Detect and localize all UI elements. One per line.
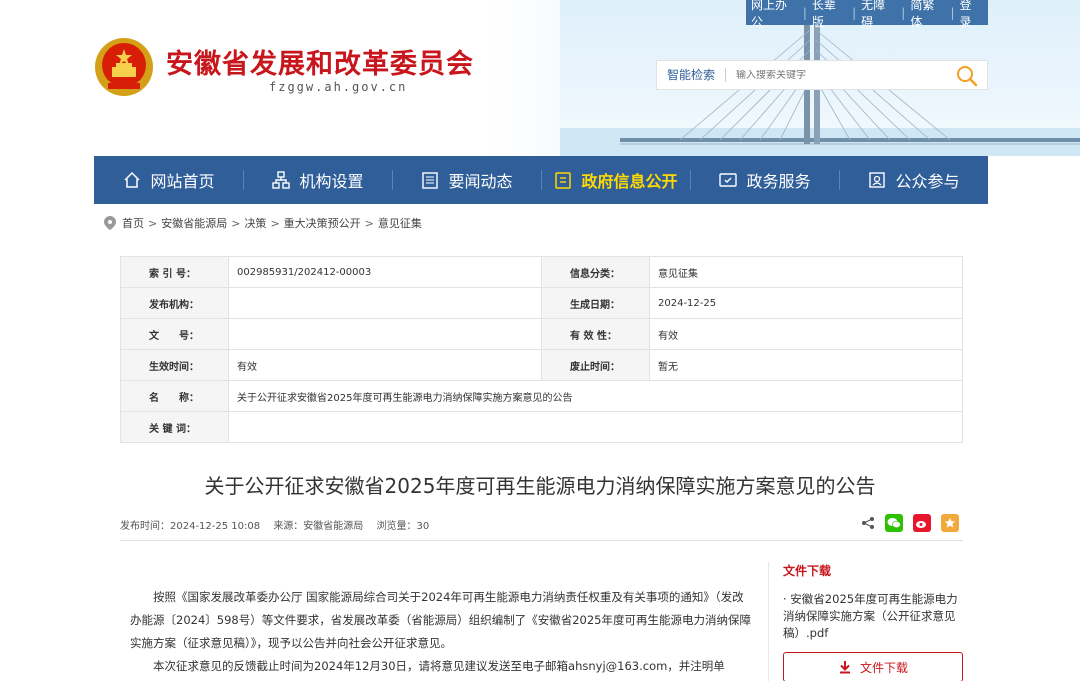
nav-news[interactable]: 要闻动态 — [392, 156, 541, 204]
table-row: 关 键 词： — [120, 411, 963, 443]
article-meta: 发布时间：2024-12-25 10:08 来源：安徽省能源局 浏览量：30 — [120, 517, 439, 532]
search-label: 智能检索 — [657, 68, 727, 82]
breadcrumb-decision[interactable]: 决策 — [244, 215, 266, 231]
service-icon — [719, 173, 738, 187]
download-button[interactable]: 文件下载 — [783, 652, 963, 681]
participate-icon — [869, 172, 886, 188]
nav-gov-info[interactable]: 政府信息公开 — [541, 156, 690, 204]
link-accessibility[interactable]: 无障碍 — [856, 0, 901, 30]
validity: 有效 — [649, 318, 963, 350]
paragraph: 按照《国家发展改革委办公厅 国家能源局综合司关于2024年可再生能源电力消纳责任… — [130, 590, 751, 650]
nav-participate[interactable]: 公众参与 — [839, 156, 988, 204]
news-icon — [422, 172, 439, 189]
creation-date: 2024-12-25 — [649, 287, 963, 319]
national-emblem-icon — [95, 38, 153, 96]
location-pin-icon — [104, 216, 116, 230]
link-login[interactable]: 登录 — [955, 0, 988, 30]
info-icon — [555, 172, 572, 189]
nav-service[interactable]: 政务服务 — [690, 156, 839, 204]
nav-organization[interactable]: 机构设置 — [243, 156, 392, 204]
link-traditional-chinese[interactable]: 简繁体 — [905, 0, 950, 30]
divider — [120, 540, 963, 541]
document-number — [228, 318, 542, 350]
info-category: 意见征集 — [649, 256, 963, 288]
download-icon — [839, 661, 850, 674]
table-row: 文 号： 有 效 性： 有效 — [120, 318, 963, 350]
breadcrumb: 首页 > 安徽省能源局 > 决策 > 重大决策预公开 > 意见征集 — [104, 215, 422, 231]
main-nav: 网站首页 机构设置 要闻动态 政府信息公开 政务服务 公众参与 — [94, 156, 988, 204]
weibo-icon[interactable] — [913, 514, 931, 532]
breadcrumb-pre-disclosure[interactable]: 重大决策预公开 — [284, 215, 361, 231]
table-row: 索 引 号： 002985931/202412-00003 信息分类： 意见征集 — [120, 256, 963, 288]
nav-home[interactable]: 网站首页 — [94, 156, 243, 204]
document-info-table: 索 引 号： 002985931/202412-00003 信息分类： 意见征集… — [120, 256, 963, 443]
share-icon[interactable] — [861, 516, 875, 530]
home-icon — [124, 171, 141, 188]
table-row: 生效时间： 有效 废止时间： 暂无 — [120, 349, 963, 381]
breadcrumb-opinion[interactable]: 意见征集 — [378, 215, 422, 231]
issuer — [228, 287, 542, 319]
effective-time: 有效 — [228, 349, 542, 381]
publish-time: 发布时间：2024-12-25 10:08 — [120, 521, 261, 532]
breadcrumb-home[interactable]: 首页 — [122, 215, 144, 231]
view-count: 浏览量：30 — [376, 521, 430, 532]
top-links-bar: 网上办公 | 长辈版 | 无障碍 | 简繁体 | 登录 — [746, 0, 988, 29]
paragraph: 本次征求意见的反馈截止时间为2024年12月30日，请将意见建议发送至电子邮箱a… — [153, 659, 725, 673]
table-row: 名 称： 关于公开征求安徽省2025年度可再生能源电力消纳保障实施方案意见的公告 — [120, 380, 963, 412]
wechat-icon[interactable] — [885, 514, 903, 532]
attachment-panel: 文件下载 · 安徽省2025年度可再生能源电力消纳保障实施方案（公开征求意见稿）… — [768, 562, 966, 681]
favorite-star-icon[interactable] — [941, 514, 959, 532]
search-box: 智能检索 — [656, 60, 988, 90]
article-source: 来源：安徽省能源局 — [273, 521, 364, 532]
attachment-heading: 文件下载 — [783, 564, 832, 578]
repeal-time: 暂无 — [649, 349, 963, 381]
link-online-office[interactable]: 网上办公 — [746, 0, 803, 30]
breadcrumb-energy-bureau[interactable]: 安徽省能源局 — [161, 215, 227, 231]
article-body: 按照《国家发展改革委办公厅 国家能源局综合司关于2024年可再生能源电力消纳责任… — [130, 586, 755, 678]
site-title: 安徽省发展和改革委员会 — [166, 49, 474, 80]
keywords — [228, 411, 963, 443]
document-name: 关于公开征求安徽省2025年度可再生能源电力消纳保障实施方案意见的公告 — [228, 380, 963, 412]
site-header: 安徽省发展和改革委员会 fzggw.ah.gov.cn 网上办公 | 长辈版 |… — [0, 0, 1080, 156]
share-bar — [861, 514, 959, 532]
org-icon — [272, 171, 291, 189]
search-input[interactable] — [726, 69, 947, 81]
article-title: 关于公开征求安徽省2025年度可再生能源电力消纳保障实施方案意见的公告 — [204, 474, 876, 498]
link-elder-mode[interactable]: 长辈版 — [807, 0, 852, 30]
attachment-file-link[interactable]: · 安徽省2025年度可再生能源电力消纳保障实施方案（公开征求意见稿）.pdf — [783, 591, 966, 642]
index-number: 002985931/202412-00003 — [228, 256, 542, 288]
site-domain: fzggw.ah.gov.cn — [269, 80, 408, 94]
table-row: 发布机构： 生成日期： 2024-12-25 — [120, 287, 963, 319]
search-icon[interactable] — [955, 64, 979, 88]
